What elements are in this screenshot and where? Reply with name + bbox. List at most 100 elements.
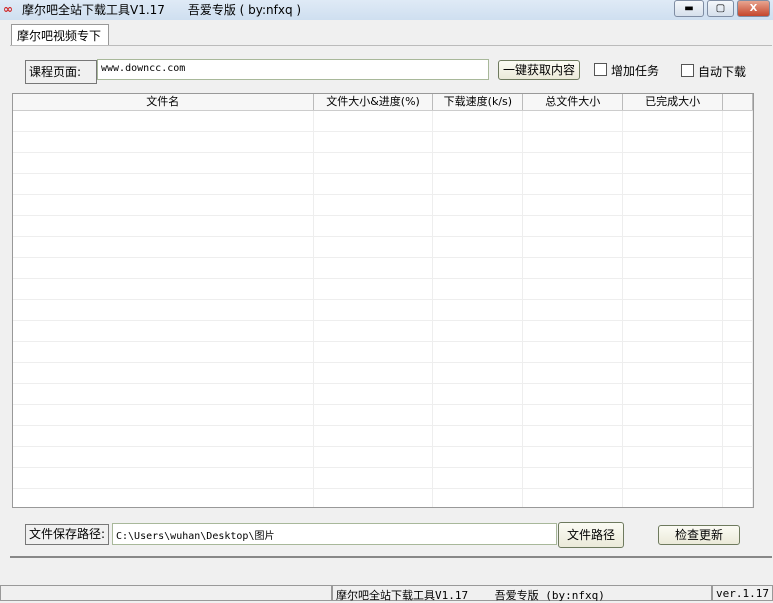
column-filename[interactable]: 文件名: [13, 94, 314, 110]
table-cell: [623, 111, 724, 131]
table-row[interactable]: [13, 342, 753, 363]
column-size-progress[interactable]: 文件大小&进度(%): [314, 94, 434, 110]
table-cell: [314, 237, 434, 257]
table-cell: [314, 426, 434, 446]
table-row[interactable]: [13, 174, 753, 195]
table-cell: [723, 426, 753, 446]
table-cell: [623, 132, 724, 152]
table-cell: [13, 300, 314, 320]
table-row[interactable]: [13, 279, 753, 300]
save-path-input[interactable]: C:\Users\wuhan\Desktop\图片: [112, 523, 557, 545]
table-cell: [13, 111, 314, 131]
auto-download-checkbox[interactable]: [681, 64, 694, 77]
table-row[interactable]: [13, 321, 753, 342]
table-row[interactable]: [13, 153, 753, 174]
tab-video-download[interactable]: 摩尔吧视频专下: [11, 24, 109, 46]
table-cell: [314, 489, 434, 507]
table-cell: [433, 132, 524, 152]
table-row[interactable]: [13, 300, 753, 321]
add-task-checkbox[interactable]: [594, 63, 607, 76]
check-update-button[interactable]: 检查更新: [658, 525, 740, 545]
table-row[interactable]: [13, 195, 753, 216]
table-cell: [13, 489, 314, 507]
table-row[interactable]: [13, 237, 753, 258]
table-cell: [13, 363, 314, 383]
table-cell: [523, 258, 624, 278]
table-cell: [314, 363, 434, 383]
table-cell: [723, 279, 753, 299]
table-cell: [523, 153, 624, 173]
table-cell: [13, 384, 314, 404]
table-row[interactable]: [13, 258, 753, 279]
table-row[interactable]: [13, 384, 753, 405]
table-cell: [523, 174, 624, 194]
table-row[interactable]: [13, 216, 753, 237]
table-cell: [523, 216, 624, 236]
table-cell: [623, 153, 724, 173]
table-cell: [523, 384, 624, 404]
table-cell: [723, 258, 753, 278]
browse-path-button[interactable]: 文件路径: [558, 522, 624, 548]
download-table[interactable]: 文件名 文件大小&进度(%) 下载速度(k/s) 总文件大小 已完成大小: [12, 93, 754, 508]
table-cell: [523, 489, 624, 507]
table-cell: [433, 195, 524, 215]
table-cell: [314, 153, 434, 173]
table-cell: [13, 342, 314, 362]
course-page-label: 课程页面:: [25, 60, 97, 84]
table-cell: [433, 237, 524, 257]
table-cell: [13, 132, 314, 152]
table-cell: [433, 279, 524, 299]
table-row[interactable]: [13, 489, 753, 507]
table-row[interactable]: [13, 111, 753, 132]
table-cell: [433, 363, 524, 383]
table-cell: [623, 258, 724, 278]
window-title: 摩尔吧全站下载工具V1.17 吾爱专版 ( by:nfxq ): [22, 3, 302, 17]
table-row[interactable]: [13, 363, 753, 384]
table-cell: [723, 321, 753, 341]
table-cell: [723, 216, 753, 236]
table-cell: [433, 300, 524, 320]
table-cell: [13, 426, 314, 446]
table-cell: [623, 363, 724, 383]
table-cell: [623, 489, 724, 507]
status-version: ver.1.17: [712, 585, 773, 601]
maximize-button[interactable]: ▢: [707, 0, 734, 17]
fetch-content-button[interactable]: 一键获取内容: [498, 60, 580, 80]
table-cell: [723, 153, 753, 173]
table-cell: [523, 132, 624, 152]
table-cell: [314, 258, 434, 278]
table-cell: [623, 279, 724, 299]
table-cell: [433, 426, 524, 446]
table-cell: [433, 111, 524, 131]
table-row[interactable]: [13, 426, 753, 447]
close-button[interactable]: X: [737, 0, 770, 17]
table-cell: [723, 342, 753, 362]
column-completed-size[interactable]: 已完成大小: [623, 94, 724, 110]
table-row[interactable]: [13, 447, 753, 468]
column-speed[interactable]: 下载速度(k/s): [433, 94, 524, 110]
table-cell: [523, 468, 624, 488]
table-cell: [433, 468, 524, 488]
table-cell: [523, 447, 624, 467]
table-cell: [13, 279, 314, 299]
table-cell: [623, 174, 724, 194]
table-cell: [314, 447, 434, 467]
table-cell: [623, 216, 724, 236]
column-total-size[interactable]: 总文件大小: [523, 94, 624, 110]
table-cell: [314, 174, 434, 194]
course-url-input[interactable]: www.downcc.com: [97, 59, 489, 80]
table-cell: [623, 468, 724, 488]
table-cell: [13, 447, 314, 467]
table-cell: [623, 384, 724, 404]
table-row[interactable]: [13, 132, 753, 153]
table-cell: [623, 426, 724, 446]
table-cell: [623, 195, 724, 215]
table-cell: [623, 300, 724, 320]
table-row[interactable]: [13, 468, 753, 489]
table-header: 文件名 文件大小&进度(%) 下载速度(k/s) 总文件大小 已完成大小: [13, 94, 753, 111]
table-cell: [314, 216, 434, 236]
table-cell: [723, 132, 753, 152]
minimize-button[interactable]: ▬: [674, 0, 704, 17]
table-row[interactable]: [13, 405, 753, 426]
table-cell: [314, 300, 434, 320]
